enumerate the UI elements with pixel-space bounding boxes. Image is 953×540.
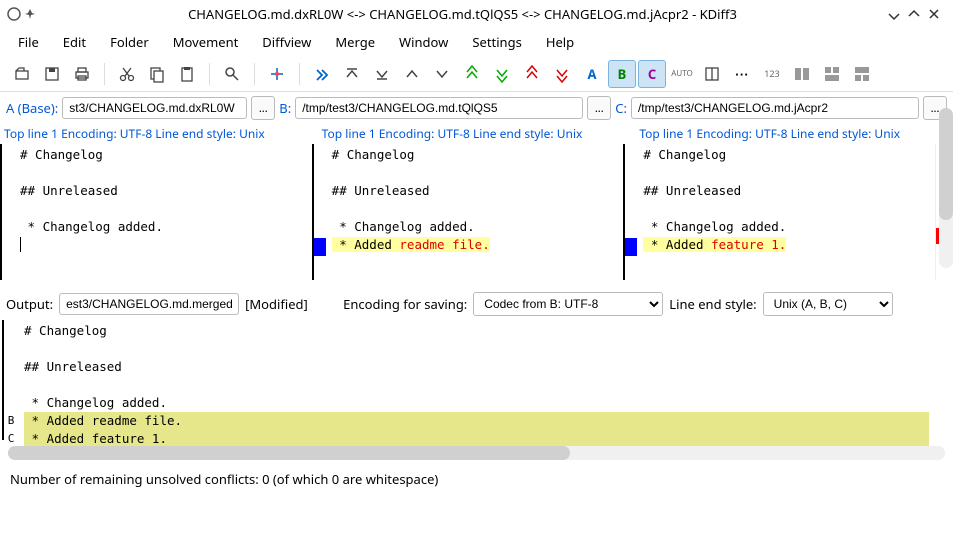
code-b[interactable]: # Changelog ## Unreleased * Changelog ad…: [326, 144, 496, 280]
menu-diffview[interactable]: Diffview: [252, 29, 321, 55]
menu-help[interactable]: Help: [536, 29, 584, 55]
info-a: Top line 1 Encoding: UTF-8 Line end styl…: [0, 124, 318, 144]
info-bar: Top line 1 Encoding: UTF-8 Line end styl…: [0, 124, 953, 144]
menu-window[interactable]: Window: [389, 29, 458, 55]
lineend-select[interactable]: Unix (A, B, C): [763, 292, 893, 316]
view2-button[interactable]: [818, 60, 846, 88]
lineend-label: Line end style:: [669, 295, 756, 313]
toolbar: A B C AUTO ∙∙∙ 123: [0, 56, 953, 92]
auto-merge-button[interactable]: AUTO: [668, 60, 696, 88]
next-diff-button[interactable]: [308, 60, 336, 88]
gutter-c: [625, 144, 637, 280]
file-a-label: A (Base):: [6, 99, 58, 117]
app-icon: [6, 7, 22, 21]
view3-button[interactable]: [848, 60, 876, 88]
menu-settings[interactable]: Settings: [462, 29, 531, 55]
horizontal-scrollbar[interactable]: [8, 446, 945, 460]
encoding-label: Encoding for saving:: [343, 295, 467, 313]
diff-panes: # Changelog ## Unreleased * Changelog ad…: [0, 144, 953, 280]
goto-current-button[interactable]: [263, 60, 291, 88]
separator: [104, 63, 105, 85]
output-label: Output:: [6, 295, 53, 313]
next-conflict-button[interactable]: [488, 60, 516, 88]
maximize-button[interactable]: [907, 7, 927, 21]
prev-diff-button[interactable]: [398, 60, 426, 88]
modified-label: [Modified]: [245, 295, 308, 313]
minimize-button[interactable]: [887, 7, 907, 21]
find-button[interactable]: [218, 60, 246, 88]
pane-a: # Changelog ## Unreleased * Changelog ad…: [0, 144, 314, 280]
separator: [209, 63, 210, 85]
print-button[interactable]: [68, 60, 96, 88]
encoding-select[interactable]: Codec from B: UTF-8: [473, 292, 663, 316]
info-b: Top line 1 Encoding: UTF-8 Line end styl…: [318, 124, 636, 144]
next-unsolved-button[interactable]: [548, 60, 576, 88]
pin-icon[interactable]: [22, 8, 38, 20]
file-c-input[interactable]: [631, 97, 919, 119]
choose-c-button[interactable]: C: [638, 60, 666, 88]
output-bar: Output: [Modified] Encoding for saving: …: [0, 288, 953, 320]
menu-file[interactable]: File: [8, 29, 49, 55]
output-gutter: BC: [4, 320, 18, 440]
file-b-input[interactable]: [295, 97, 583, 119]
window-title: CHANGELOG.md.dxRL0W <-> CHANGELOG.md.tQl…: [38, 5, 887, 23]
split-button[interactable]: [698, 60, 726, 88]
cut-button[interactable]: [113, 60, 141, 88]
file-a-input[interactable]: [62, 97, 247, 119]
separator: [254, 63, 255, 85]
more-button[interactable]: ∙∙∙: [728, 60, 756, 88]
choose-a-button[interactable]: A: [578, 60, 606, 88]
paste-button[interactable]: [173, 60, 201, 88]
menu-bar: File Edit Folder Movement Diffview Merge…: [0, 28, 953, 56]
copy-button[interactable]: [143, 60, 171, 88]
choose-b-button[interactable]: B: [608, 60, 636, 88]
code-c[interactable]: # Changelog ## Unreleased * Changelog ad…: [637, 144, 792, 280]
pane-b: # Changelog ## Unreleased * Changelog ad…: [314, 144, 626, 280]
prev-conflict-button[interactable]: [458, 60, 486, 88]
pane-c: # Changelog ## Unreleased * Changelog ad…: [625, 144, 935, 280]
menu-movement[interactable]: Movement: [163, 29, 249, 55]
menu-edit[interactable]: Edit: [53, 29, 96, 55]
browse-a-button[interactable]: ...: [251, 96, 275, 120]
save-button[interactable]: [38, 60, 66, 88]
open-button[interactable]: [8, 60, 36, 88]
gutter-a: [2, 144, 14, 280]
view1-button[interactable]: [788, 60, 816, 88]
prev-unsolved-button[interactable]: [518, 60, 546, 88]
status-bar: Number of remaining unsolved conflicts: …: [0, 464, 953, 494]
browse-b-button[interactable]: ...: [587, 96, 611, 120]
file-selector-bar: A (Base): ... B: ... C: ...: [0, 92, 953, 124]
vertical-scrollbar[interactable]: [939, 108, 953, 268]
file-b-label: B:: [279, 99, 291, 117]
file-c-label: C:: [615, 99, 627, 117]
info-c: Top line 1 Encoding: UTF-8 Line end styl…: [635, 124, 953, 144]
next-diff2-button[interactable]: [428, 60, 456, 88]
output-code[interactable]: # Changelog ## Unreleased * Changelog ad…: [18, 320, 935, 440]
output-pane: BC # Changelog ## Unreleased * Changelog…: [2, 320, 935, 440]
close-button[interactable]: [927, 7, 947, 21]
menu-merge[interactable]: Merge: [325, 29, 385, 55]
first-diff-button[interactable]: [338, 60, 366, 88]
last-diff-button[interactable]: [368, 60, 396, 88]
title-bar: CHANGELOG.md.dxRL0W <-> CHANGELOG.md.tQl…: [0, 0, 953, 28]
code-a[interactable]: # Changelog ## Unreleased * Changelog ad…: [14, 144, 169, 280]
separator: [299, 63, 300, 85]
linenum-button[interactable]: 123: [758, 60, 786, 88]
gutter-b: [314, 144, 326, 280]
menu-folder[interactable]: Folder: [100, 29, 159, 55]
output-path-input[interactable]: [59, 293, 239, 315]
